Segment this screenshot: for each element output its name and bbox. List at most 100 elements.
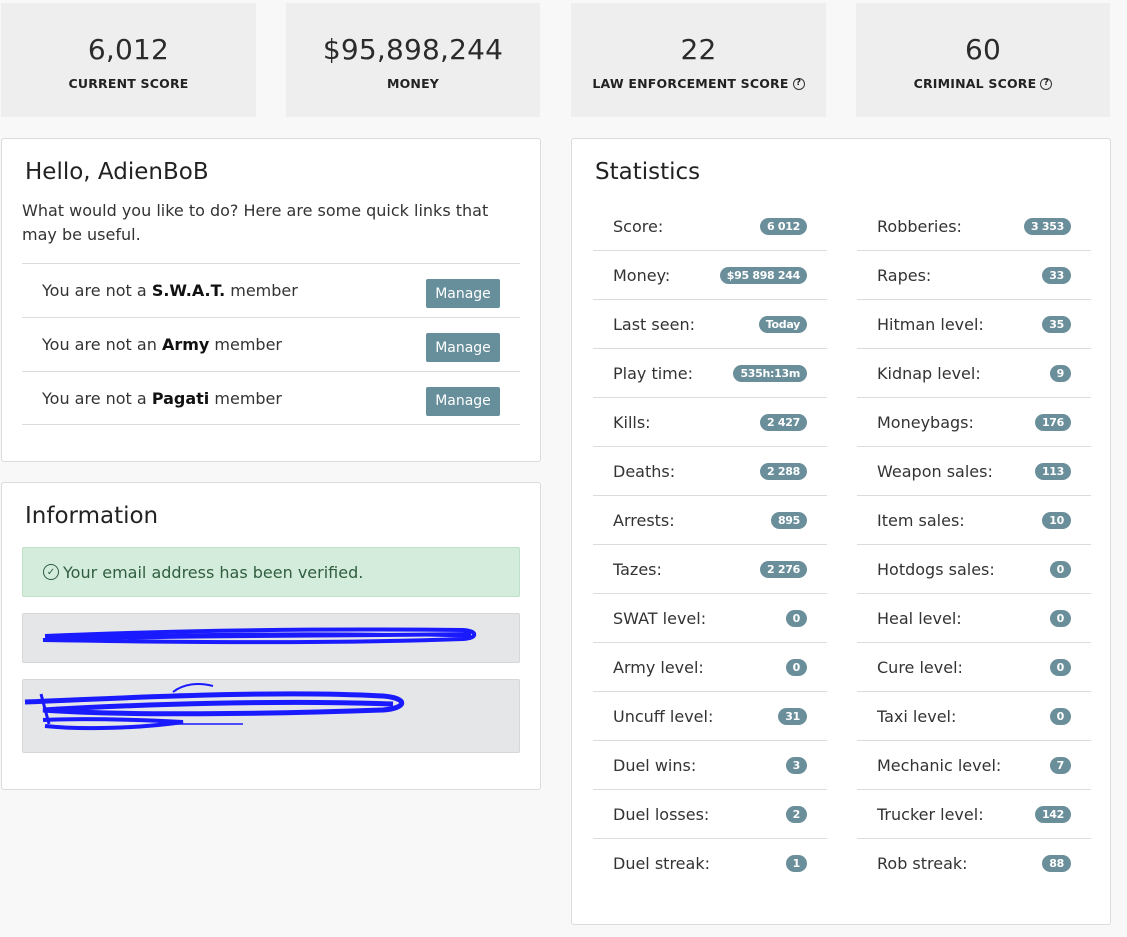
- information-card: Information ✓ Your email address has bee…: [1, 482, 541, 790]
- stat-label: Cure level:: [877, 657, 963, 677]
- stat-label: Trucker level:: [877, 804, 984, 824]
- stat-row: SWAT level: 0: [593, 594, 827, 643]
- stat-label: Weapon sales:: [877, 461, 993, 481]
- stat-badge: 0: [1049, 658, 1071, 676]
- stat-badge: 3 353: [1024, 217, 1071, 235]
- statistics-right-column: Robberies: 3 353 Rapes: 33 Hitman level: 35…: [857, 202, 1091, 888]
- manage-army-button[interactable]: Manage: [426, 333, 500, 362]
- membership-row-pagati: You are not a Pagati member Manage: [22, 371, 520, 425]
- stat-badge: 35: [1042, 315, 1071, 333]
- redacted-info-box-2: [22, 679, 520, 753]
- criminal-score-card: 60 CRIMINAL SCORE ?: [856, 3, 1110, 117]
- stat-row: Mechanic level: 7: [857, 741, 1091, 790]
- stat-badge: 6 012: [760, 217, 807, 235]
- welcome-title: Hello, AdienBoB: [25, 159, 209, 185]
- membership-text-army: You are not an Army member: [42, 335, 283, 354]
- criminal-score-label-text: CRIMINAL SCORE: [913, 76, 1037, 91]
- stat-badge: 0: [785, 658, 807, 676]
- stat-row: Robberies: 3 353: [857, 202, 1091, 251]
- stat-row: Moneybags: 176: [857, 398, 1091, 447]
- stat-label: Heal level:: [877, 608, 962, 628]
- stat-row: Kidnap level: 9: [857, 349, 1091, 398]
- dashboard-page: 6,012 CURRENT SCORE $95,898,244 MONEY 22…: [0, 0, 1127, 937]
- stat-label: Army level:: [613, 657, 704, 677]
- stat-label: Duel streak:: [613, 854, 710, 873]
- money-label-text: MONEY: [386, 76, 440, 91]
- stat-badge: 895: [770, 511, 807, 529]
- stat-row: Army level: 0: [593, 643, 827, 692]
- stat-row: Deaths: 2 288: [593, 447, 827, 496]
- law-enforcement-score-label: LAW ENFORCEMENT SCORE ?: [571, 76, 826, 91]
- stat-label: Uncuff level:: [613, 706, 714, 726]
- help-icon[interactable]: ?: [1040, 77, 1053, 90]
- stat-label: Rob streak:: [877, 854, 968, 873]
- email-verified-text: Your email address has been verified.: [63, 562, 364, 582]
- manage-swat-button[interactable]: Manage: [426, 279, 500, 308]
- redaction-scribble: [24, 683, 405, 731]
- stat-label: Duel wins:: [613, 755, 697, 775]
- stat-badge: 176: [1034, 413, 1071, 431]
- stat-row: Last seen: Today: [593, 300, 827, 349]
- stat-row: Play time: 535h:13m: [593, 349, 827, 398]
- stat-badge: 2 427: [760, 413, 807, 431]
- current-score-value: 6,012: [87, 33, 170, 66]
- stat-badge: 7: [1049, 756, 1071, 774]
- statistics-left-column: Score: 6 012 Money: $95 898 244 Last seen:…: [593, 202, 827, 888]
- welcome-intro: What would you like to do? Here are some…: [22, 201, 489, 244]
- law-enforcement-score-value: 22: [680, 33, 717, 66]
- statistics-title: Statistics: [595, 159, 701, 185]
- stat-label: Arrests:: [613, 510, 675, 530]
- stat-badge: 142: [1034, 805, 1071, 823]
- stat-row: Hotdogs sales: 0: [857, 545, 1091, 594]
- stat-label: Tazes:: [613, 559, 662, 579]
- stat-badge: 535h:13m: [733, 364, 807, 382]
- stat-label: Deaths:: [613, 461, 676, 481]
- stat-row: Duel streak: 1: [593, 839, 827, 888]
- redaction-scribble: [42, 627, 477, 645]
- stat-label: Duel losses:: [613, 804, 710, 824]
- membership-list: You are not a S.W.A.T. member Manage You…: [22, 263, 520, 425]
- stat-label: Play time:: [613, 363, 693, 383]
- stat-row: Rapes: 33: [857, 251, 1091, 300]
- stat-label: Hotdogs sales:: [877, 559, 995, 579]
- stat-label: Mechanic level:: [877, 755, 1002, 775]
- law-enforcement-score-label-text: LAW ENFORCEMENT SCORE: [592, 76, 789, 91]
- stat-label: Robberies:: [877, 216, 962, 236]
- stat-row: Weapon sales: 113: [857, 447, 1091, 496]
- stat-label: Last seen:: [613, 314, 695, 334]
- stat-row: Trucker level: 142: [857, 790, 1091, 839]
- stat-badge: 113: [1034, 462, 1071, 480]
- current-score-label-text: CURRENT SCORE: [68, 76, 189, 91]
- criminal-score-label: CRIMINAL SCORE ?: [856, 76, 1110, 91]
- stat-badge: 9: [1049, 364, 1071, 382]
- stat-row: Item sales: 10: [857, 496, 1091, 545]
- help-icon[interactable]: ?: [792, 77, 805, 90]
- law-enforcement-score-card: 22 LAW ENFORCEMENT SCORE ?: [571, 3, 826, 117]
- stat-badge: 0: [1049, 560, 1071, 578]
- money-card: $95,898,244 MONEY: [286, 3, 540, 117]
- stat-label: Score:: [613, 216, 664, 236]
- stat-badge: Today: [758, 315, 807, 333]
- stat-row: Cure level: 0: [857, 643, 1091, 692]
- check-circle-icon: ✓: [43, 564, 59, 580]
- redacted-info-box: [22, 613, 520, 663]
- stat-row: Taxi level: 0: [857, 692, 1091, 741]
- stat-badge: 10: [1042, 511, 1071, 529]
- stat-badge: 33: [1042, 266, 1071, 284]
- stat-badge: 3: [785, 756, 807, 774]
- stat-row: Tazes: 2 276: [593, 545, 827, 594]
- stat-label: Kills:: [613, 412, 651, 432]
- stat-badge: 2 276: [760, 560, 807, 578]
- stat-badge: 0: [1049, 609, 1071, 627]
- stat-row: Duel losses: 2: [593, 790, 827, 839]
- manage-pagati-button[interactable]: Manage: [426, 386, 500, 416]
- stat-row: Money: $95 898 244: [593, 251, 827, 300]
- money-value: $95,898,244: [322, 33, 504, 66]
- stat-badge: 88: [1042, 855, 1071, 872]
- stat-label: SWAT level:: [613, 608, 707, 628]
- money-label: MONEY: [286, 76, 540, 91]
- stat-label: Taxi level:: [877, 706, 957, 726]
- stat-label: Moneybags:: [877, 412, 974, 432]
- welcome-card: Hello, AdienBoB What would you like to d…: [1, 138, 541, 462]
- current-score-card: 6,012 CURRENT SCORE: [1, 3, 256, 117]
